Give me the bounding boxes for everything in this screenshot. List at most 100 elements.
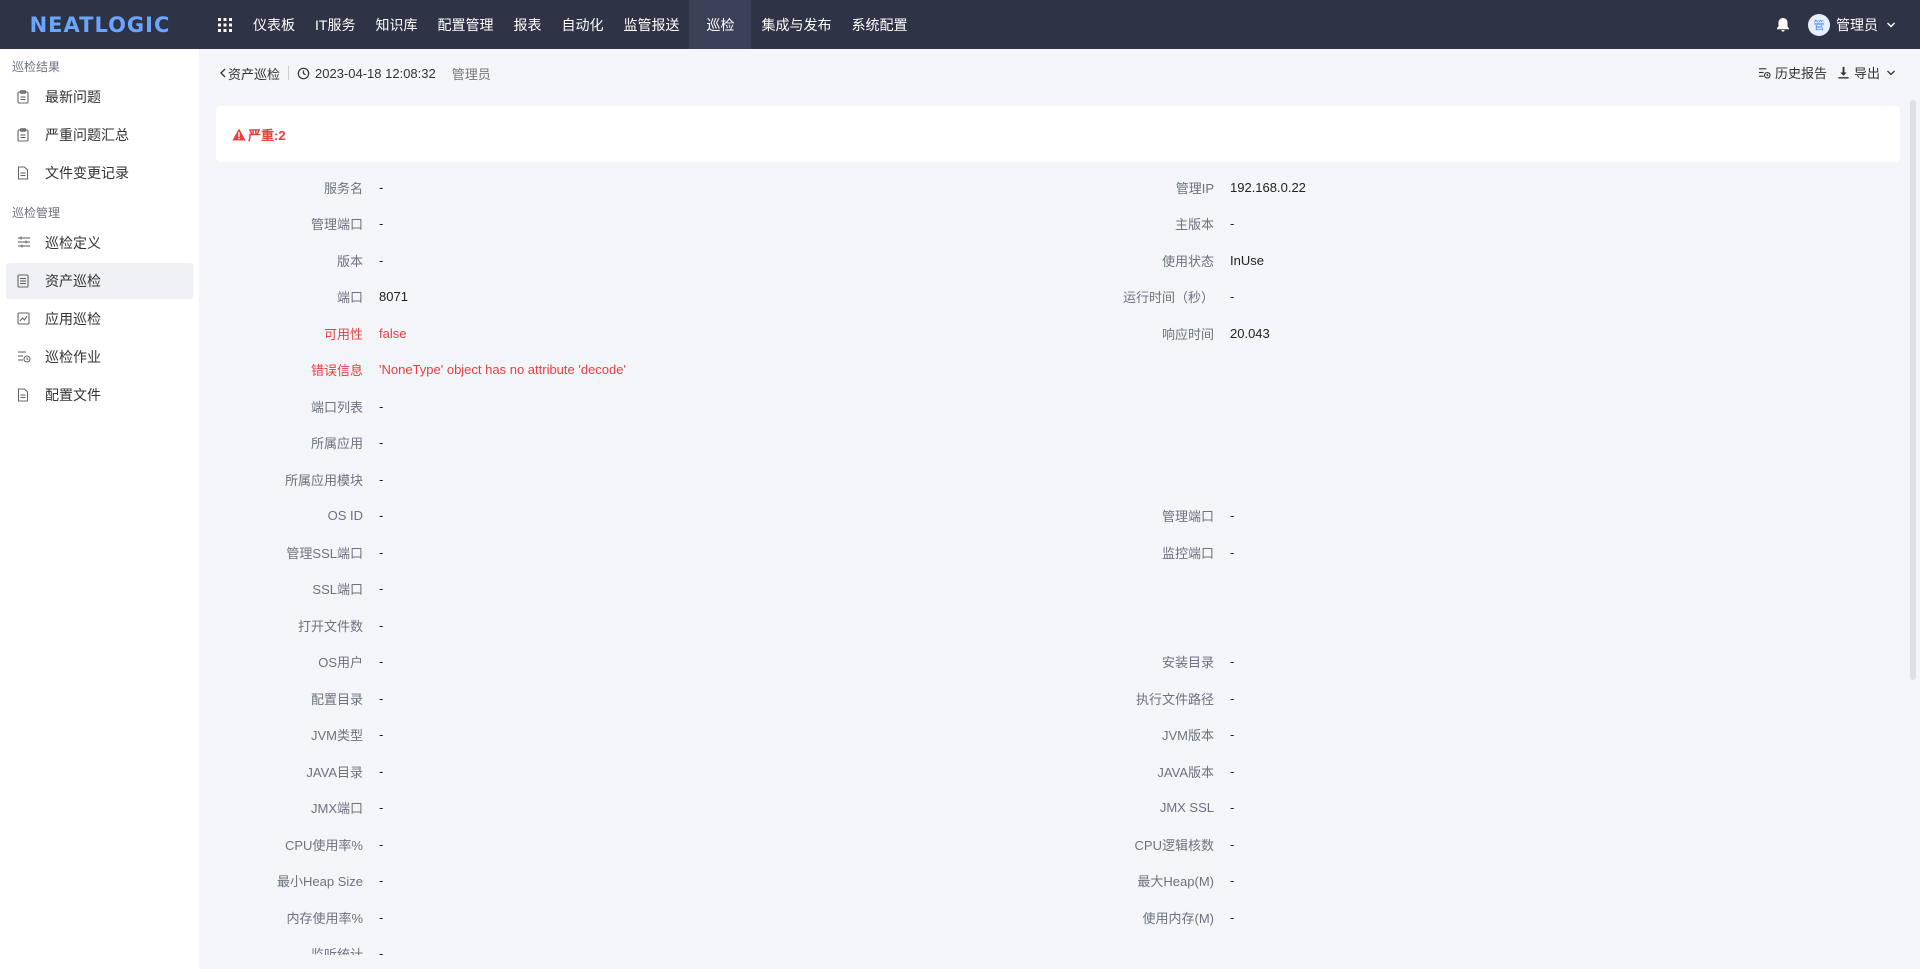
field-row: 所属应用 -: [200, 432, 1900, 469]
sidebar-item[interactable]: 应用巡检: [6, 301, 193, 337]
nav-item[interactable]: 巡检: [689, 0, 752, 49]
field-label: JVM版本: [1161, 728, 1214, 743]
field-label: 管理端口: [1161, 509, 1214, 524]
field-label: SSL端口: [312, 582, 363, 597]
history-report-button[interactable]: 历史报告: [1758, 63, 1827, 82]
field-value: -: [379, 909, 384, 925]
field-value: -: [1230, 544, 1235, 560]
sidebar-item[interactable]: 巡检定义: [6, 225, 193, 261]
field-value: -: [379, 508, 384, 523]
job-icon: [17, 350, 31, 364]
app-grid-icon[interactable]: [213, 13, 237, 37]
chevron-down-icon: [1887, 70, 1895, 75]
field-label: JAVA目录: [306, 764, 363, 780]
nav-item[interactable]: 监管报送: [613, 0, 689, 49]
field-label: 最大Heap(M): [1137, 874, 1214, 889]
divider: [288, 66, 290, 80]
nav-item[interactable]: 仪表板: [243, 0, 305, 49]
download-icon: [1838, 66, 1849, 79]
scrollbar[interactable]: [1910, 100, 1916, 680]
field-left: 所属应用 -: [200, 432, 383, 454]
nav-item[interactable]: 自动化: [551, 0, 613, 49]
field-left: 最小Heap Size -: [200, 870, 383, 892]
field-value: -: [379, 617, 384, 633]
field-label: 版本: [336, 253, 363, 269]
field-label: 响应时间: [1161, 326, 1214, 342]
sidebar-item-label: 配置文件: [45, 387, 101, 403]
field-label: JVM类型: [310, 728, 363, 743]
main-content: 资产巡检 2023-04-18 12:08:32 管理员 历史报告 导出 严重:…: [200, 49, 1920, 969]
sidebar-item[interactable]: 资产巡检: [6, 263, 193, 299]
clipboard-icon: [17, 90, 31, 104]
nav-item[interactable]: 知识库: [365, 0, 427, 49]
document-icon: [17, 388, 31, 402]
field-value: -: [1230, 654, 1235, 669]
sidebar-item[interactable]: 严重问题汇总: [6, 117, 193, 153]
field-label: 内存使用率%: [286, 910, 363, 926]
field-label: 服务名: [323, 180, 363, 196]
history-report-label: 历史报告: [1774, 66, 1827, 81]
field-row: 配置目录 - 执行文件路径 -: [200, 687, 1900, 724]
field-value: -: [379, 216, 384, 231]
logo[interactable]: NEATLOGIC: [0, 0, 200, 49]
warning-icon: [232, 128, 246, 140]
field-left: 管理端口 -: [200, 213, 383, 235]
nav-item[interactable]: IT服务: [305, 0, 365, 49]
field-left: OS ID -: [200, 505, 384, 527]
export-button[interactable]: 导出: [1837, 63, 1896, 82]
field-label: CPU使用率%: [284, 837, 363, 853]
field-row: 所属应用模块 -: [200, 468, 1900, 505]
sidebar-item[interactable]: 最新问题: [6, 79, 193, 115]
sidebar-item[interactable]: 巡检作业: [6, 339, 193, 375]
field-left: 打开文件数 -: [200, 614, 383, 636]
nav-item[interactable]: 系统配置: [841, 0, 917, 49]
sidebar-item-label: 资产巡检: [45, 273, 101, 289]
clipboard-icon: [17, 128, 31, 142]
field-value: -: [379, 471, 384, 487]
field-value: -: [379, 727, 384, 742]
bell-icon[interactable]: [1774, 16, 1792, 34]
sidebar-item[interactable]: 配置文件: [6, 377, 193, 413]
field-label: JMX SSL: [1159, 800, 1214, 815]
report-user: 管理员: [451, 66, 491, 82]
field-value: -: [1230, 836, 1235, 852]
field-left: 可用性 false: [200, 322, 406, 344]
nav-item[interactable]: 配置管理: [427, 0, 503, 49]
field-value: -: [379, 873, 384, 888]
field-right: 监控端口 -: [1050, 541, 1234, 563]
field-right: JAVA版本 -: [1050, 760, 1234, 782]
user-name[interactable]: 管理员: [1836, 15, 1878, 35]
field-row: 管理端口 - 主版本 -: [200, 213, 1900, 250]
field-left: 错误信息 'NoneType' object has no attribute '…: [200, 359, 626, 381]
sidebar-item-label: 文件变更记录: [45, 165, 129, 181]
main-nav: 仪表板 IT服务 知识库 配置管理 报表 自动化 监管报送 巡检 集成与发布 系统配置: [243, 0, 917, 49]
page-actions: 历史报告 导出: [1748, 63, 1896, 82]
sidebar-item-label: 严重问题汇总: [45, 127, 129, 143]
field-left: 端口列表 -: [200, 395, 383, 417]
field-value: -: [379, 398, 384, 414]
field-row: 最小Heap Size - 最大Heap(M) -: [200, 870, 1900, 907]
field-row: 端口 8071 运行时间（秒） -: [200, 286, 1900, 323]
field-value: -: [1230, 873, 1235, 888]
nav-item[interactable]: 集成与发布: [751, 0, 841, 49]
sidebar-item-label: 巡检作业: [45, 349, 101, 365]
field-row: 监听统计 -: [200, 943, 1900, 955]
field-left: SSL端口 -: [200, 578, 383, 600]
field-value: -: [1230, 216, 1235, 231]
sidebar-group-title: 巡检结果: [12, 59, 61, 74]
severity-alert: 严重:2: [216, 106, 1900, 162]
report-time: 2023-04-18 12:08:32: [297, 66, 436, 81]
avatar[interactable]: 管: [1808, 13, 1830, 36]
nav-item[interactable]: 报表: [503, 0, 551, 49]
back-link[interactable]: 资产巡检: [218, 64, 280, 83]
field-row: 端口列表 -: [200, 395, 1900, 432]
field-right: CPU逻辑核数 -: [1050, 833, 1235, 855]
chevron-down-icon[interactable]: [1886, 20, 1896, 30]
field-row: OS ID - 管理端口 -: [200, 505, 1900, 542]
field-row: 内存使用率% - 使用内存(M) -: [200, 906, 1900, 943]
field-left: 所属应用模块 -: [200, 468, 383, 490]
sidebar-item[interactable]: 文件变更记录: [6, 155, 193, 191]
field-label: OS ID: [327, 508, 363, 523]
field-label: 监控端口: [1161, 545, 1214, 561]
field-value: -: [379, 690, 384, 706]
